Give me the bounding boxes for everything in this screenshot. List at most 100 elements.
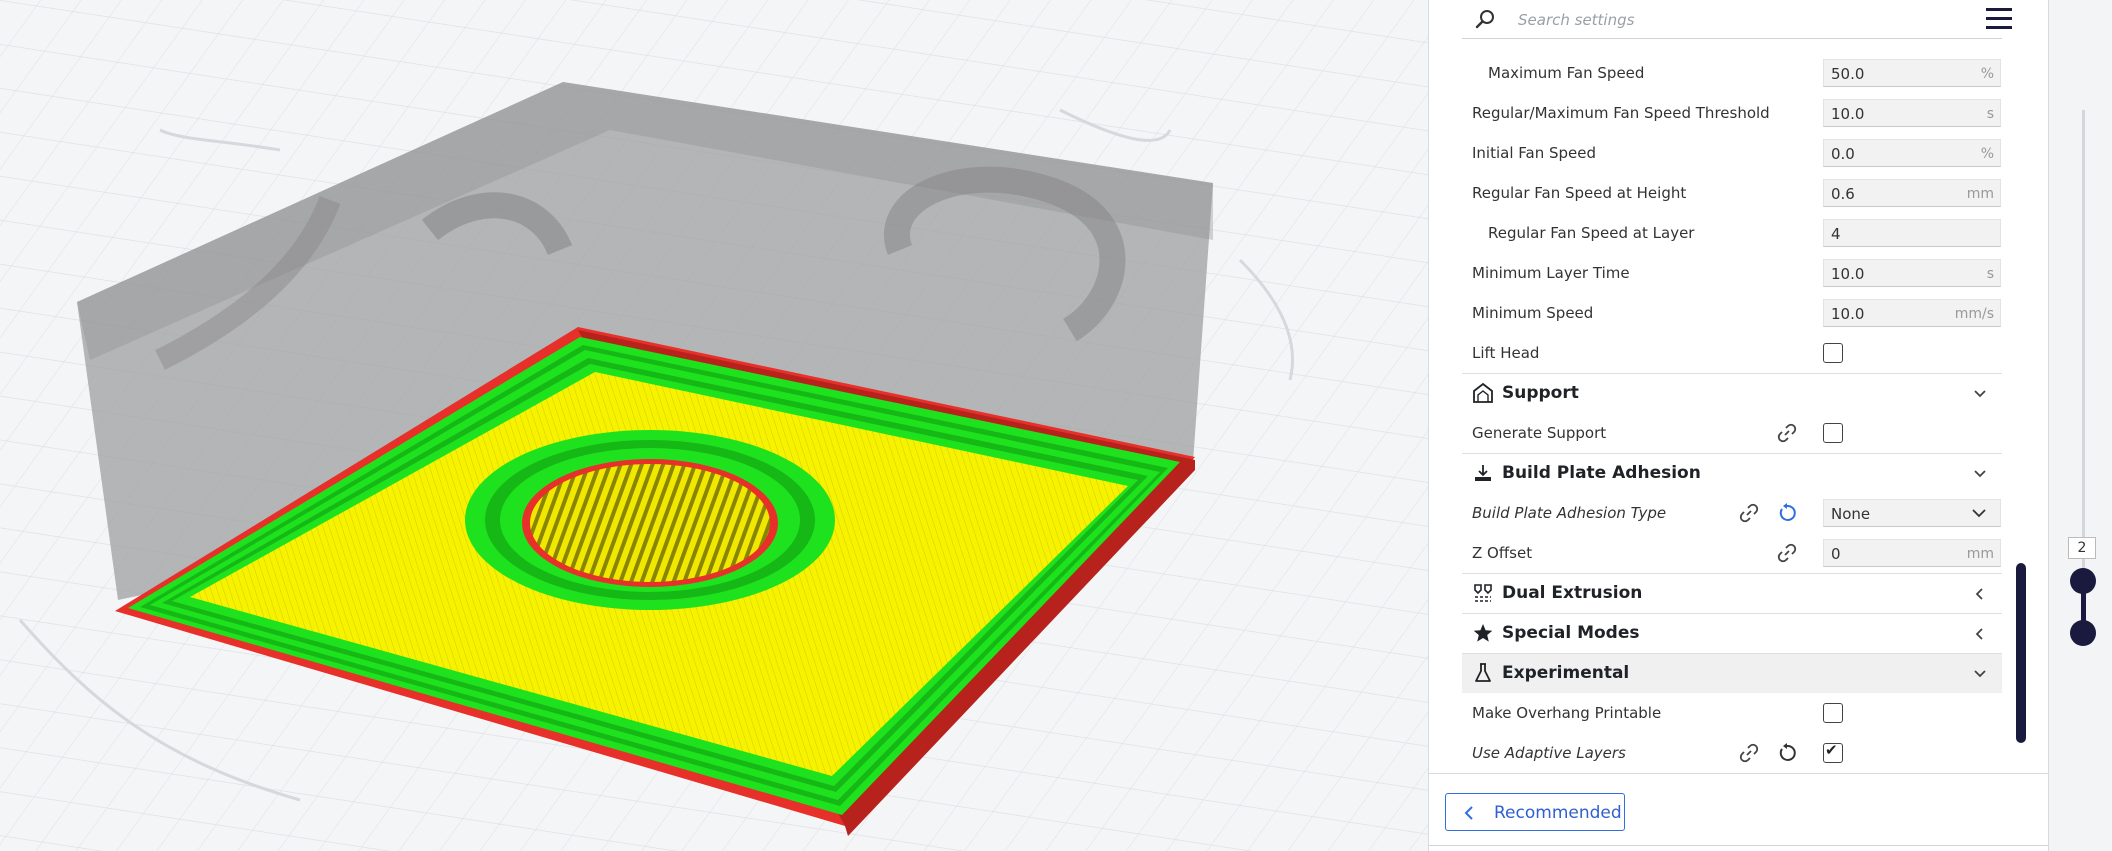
setting-label: Regular Fan Speed at Layer <box>1488 224 1695 242</box>
setting-row-fan-at-height: Regular Fan Speed at Height 0.6 mm <box>1462 173 2002 213</box>
setting-label: Make Overhang Printable <box>1472 704 1662 722</box>
chevron-left-icon <box>1975 628 1983 640</box>
setting-row-generate-support: Generate Support <box>1462 413 2002 453</box>
star-icon <box>1473 624 1493 642</box>
divider <box>1429 773 2048 774</box>
field-value: 0 <box>1831 545 1841 563</box>
category-experimental[interactable]: Experimental <box>1462 653 2002 693</box>
setting-row-min-layer-time: Minimum Layer Time 10.0 s <box>1462 253 2002 293</box>
chevron-down-icon <box>1974 390 1986 398</box>
field-unit: % <box>1980 146 1994 162</box>
chevron-left-icon <box>1464 806 1473 820</box>
search-input[interactable] <box>1516 6 1990 34</box>
field-value: 0.6 <box>1831 185 1855 203</box>
setting-row-adhesion-type: Build Plate Adhesion Type None <box>1462 493 2002 533</box>
field-value: 10.0 <box>1831 265 1865 283</box>
hamburger-menu-icon <box>1986 8 2012 29</box>
fan-at-layer-field[interactable]: 4 <box>1823 219 2001 247</box>
setting-label: Regular/Maximum Fan Speed Threshold <box>1472 104 1770 122</box>
category-special-modes[interactable]: Special Modes <box>1462 613 2002 653</box>
setting-label: Lift Head <box>1472 344 1540 362</box>
setting-row-lift-head: Lift Head <box>1462 333 2002 373</box>
setting-row-fan-at-layer: Regular Fan Speed at Layer 4 <box>1462 213 2002 253</box>
field-unit: mm/s <box>1954 306 1994 322</box>
search-bar <box>1462 0 2002 39</box>
field-value: 50.0 <box>1831 65 1865 83</box>
field-unit: s <box>1986 266 1994 282</box>
field-value: 0.0 <box>1831 145 1855 163</box>
field-unit: mm <box>1966 186 1994 202</box>
setting-row-min-speed: Minimum Speed 10.0 mm/s <box>1462 293 2002 333</box>
setting-label: Generate Support <box>1472 424 1607 442</box>
category-build-plate-adhesion[interactable]: Build Plate Adhesion <box>1462 453 2002 493</box>
field-unit: % <box>1980 66 1994 82</box>
chevron-down-icon <box>1974 470 1986 478</box>
setting-label: Use Adaptive Layers <box>1472 744 1626 762</box>
reset-icon[interactable] <box>1776 742 1798 764</box>
search-icon <box>1475 10 1494 29</box>
field-value: None <box>1831 505 1871 523</box>
setting-row-z-offset: Z Offset 0 mm <box>1462 533 2002 573</box>
use-adaptive-layers-checkbox[interactable]: ✔ <box>1823 741 1843 763</box>
chevron-left-icon <box>1975 588 1983 600</box>
recommended-button-label: Recommended <box>1494 803 1622 823</box>
dual-extrusion-icon <box>1474 584 1492 602</box>
layer-slider-lower-handle[interactable] <box>2070 620 2096 646</box>
make-overhang-printable-checkbox[interactable] <box>1823 703 1843 723</box>
chevron-down-icon <box>1974 670 1986 678</box>
fan-threshold-field[interactable]: 10.0 s <box>1823 99 2001 127</box>
link-icon[interactable] <box>1776 422 1798 444</box>
category-label: Build Plate Adhesion <box>1502 463 1701 483</box>
layer-slider-upper-handle[interactable] <box>2070 568 2096 594</box>
checkmark-icon: ✔ <box>1825 741 1838 759</box>
setting-label: Z Offset <box>1472 544 1533 562</box>
3d-viewport[interactable] <box>0 0 1430 851</box>
setting-row-use-adaptive-layers: Use Adaptive Layers ✔ <box>1462 733 2002 773</box>
setting-label: Regular Fan Speed at Height <box>1472 184 1687 202</box>
setting-row-fan-threshold: Regular/Maximum Fan Speed Threshold 10.0… <box>1462 93 2002 133</box>
print-settings-panel: Maximum Fan Speed 50.0 % Regular/Maximum… <box>1428 0 2049 851</box>
category-support[interactable]: Support <box>1462 373 2002 413</box>
chevron-down-icon <box>1972 509 1986 518</box>
category-label: Dual Extrusion <box>1502 583 1643 603</box>
layer-number-label[interactable]: 2 <box>2068 537 2096 559</box>
fan-at-height-field[interactable]: 0.6 mm <box>1823 179 2001 207</box>
initial-fan-speed-field[interactable]: 0.0 % <box>1823 139 2001 167</box>
lift-head-checkbox[interactable] <box>1823 343 1843 363</box>
field-unit: mm <box>1966 546 1994 562</box>
setting-label: Build Plate Adhesion Type <box>1472 504 1667 522</box>
setting-row-make-overhang-printable: Make Overhang Printable <box>1462 693 2002 733</box>
support-icon <box>1473 382 1493 403</box>
divider <box>1429 845 2048 846</box>
category-label: Special Modes <box>1502 623 1640 643</box>
category-label: Experimental <box>1502 663 1630 683</box>
adhesion-icon <box>1475 465 1491 481</box>
setting-label: Initial Fan Speed <box>1472 144 1597 162</box>
settings-list: Maximum Fan Speed 50.0 % Regular/Maximum… <box>1462 53 2002 773</box>
settings-scrollbar[interactable] <box>2016 563 2026 743</box>
settings-menu-button[interactable] <box>1977 0 2021 38</box>
min-layer-time-field[interactable]: 10.0 s <box>1823 259 2001 287</box>
field-value: 4 <box>1831 225 1841 243</box>
field-unit: s <box>1986 106 1994 122</box>
flask-icon <box>1475 663 1491 682</box>
setting-row-maximum-fan-speed: Maximum Fan Speed 50.0 % <box>1462 53 2002 93</box>
link-icon[interactable] <box>1776 542 1798 564</box>
category-dual-extrusion[interactable]: Dual Extrusion <box>1462 573 2002 613</box>
field-value: 10.0 <box>1831 305 1865 323</box>
setting-label: Maximum Fan Speed <box>1488 64 1645 82</box>
recommended-button[interactable]: Recommended <box>1445 793 1625 831</box>
min-speed-field[interactable]: 10.0 mm/s <box>1823 299 2001 327</box>
adhesion-type-dropdown[interactable]: None <box>1823 499 2001 527</box>
field-value: 10.0 <box>1831 105 1865 123</box>
reset-icon[interactable] <box>1776 502 1798 524</box>
generate-support-checkbox[interactable] <box>1823 423 1843 443</box>
setting-label: Minimum Layer Time <box>1472 264 1630 282</box>
category-label: Support <box>1502 383 1579 403</box>
setting-label: Minimum Speed <box>1472 304 1594 322</box>
link-icon[interactable] <box>1738 502 1760 524</box>
z-offset-field[interactable]: 0 mm <box>1823 539 2001 567</box>
setting-row-initial-fan-speed: Initial Fan Speed 0.0 % <box>1462 133 2002 173</box>
link-icon[interactable] <box>1738 742 1760 764</box>
maximum-fan-speed-field[interactable]: 50.0 % <box>1823 59 2001 87</box>
